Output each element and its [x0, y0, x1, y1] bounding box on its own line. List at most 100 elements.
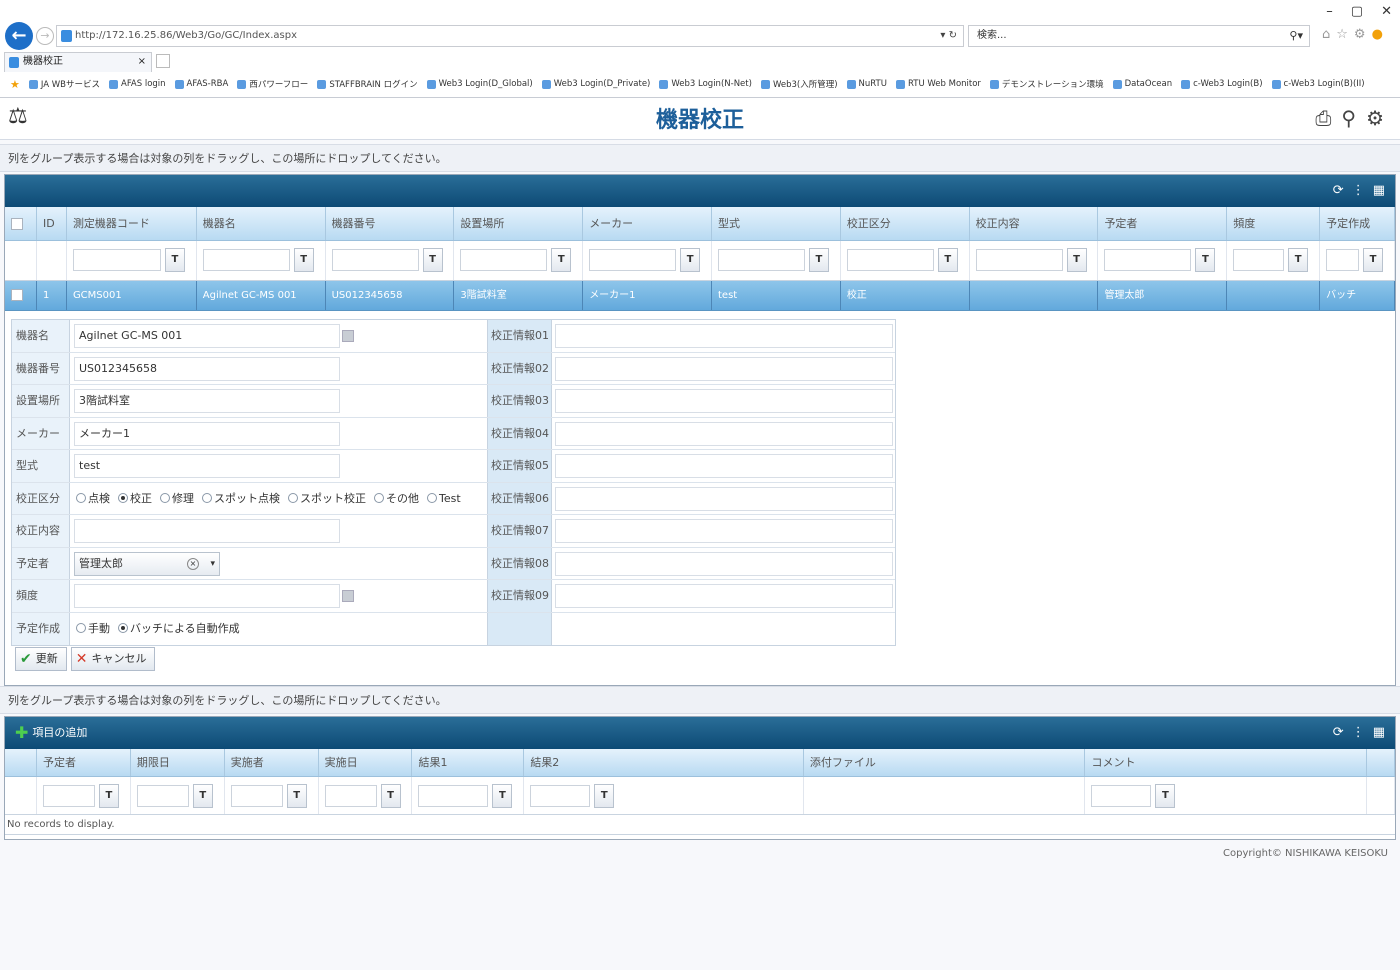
schedule-radio[interactable]: バッチによる自動作成: [118, 613, 240, 644]
filter-input[interactable]: [1091, 785, 1152, 807]
filter-funnel-icon[interactable]: T: [1066, 248, 1087, 272]
location-input[interactable]: 3階試料室: [74, 389, 340, 413]
column-header[interactable]: 型式: [712, 207, 841, 240]
forward-arrow-icon[interactable]: →: [36, 27, 54, 45]
select-all-checkbox[interactable]: [11, 218, 23, 230]
filter-input[interactable]: [1233, 249, 1285, 271]
favorite-link[interactable]: AFAS login: [109, 79, 166, 89]
filter-input[interactable]: [1326, 249, 1360, 271]
export-icon[interactable]: ▦: [1373, 175, 1385, 207]
cal-type-radio[interactable]: スポット点検: [202, 483, 280, 514]
favorite-link[interactable]: Web3 Login(D_Global): [426, 79, 533, 89]
filter-funnel-icon[interactable]: T: [293, 248, 314, 272]
name-input[interactable]: Agilnet GC-MS 001: [74, 324, 340, 348]
column-header[interactable]: メーカー: [583, 207, 712, 240]
group-drop-area-sub[interactable]: 列をグループ表示する場合は対象の列をドラッグし、この場所にドロップしてください。: [0, 686, 1400, 714]
update-button[interactable]: ✔ 更新: [15, 647, 67, 671]
cal-type-radio[interactable]: 校正: [118, 483, 152, 514]
filter-input[interactable]: [975, 249, 1063, 271]
filter-funnel-icon[interactable]: T: [551, 248, 572, 272]
favorite-link[interactable]: DataOcean: [1112, 79, 1172, 89]
cal-type-radio[interactable]: 点検: [76, 483, 110, 514]
favorite-link[interactable]: デモンストレーション環境: [989, 78, 1104, 90]
column-header[interactable]: 機器番号: [326, 207, 455, 240]
cal-info-input[interactable]: [555, 486, 893, 511]
cal-type-radio[interactable]: Test: [427, 483, 461, 514]
filter-funnel-icon[interactable]: T: [1195, 248, 1216, 272]
settings-gear-icon[interactable]: ⚙: [1354, 27, 1366, 42]
export-icon[interactable]: ▦: [1373, 717, 1385, 749]
favorite-link[interactable]: AFAS-RBA: [174, 79, 228, 89]
filter-input[interactable]: [846, 249, 934, 271]
filter-input[interactable]: [202, 249, 290, 271]
clear-icon[interactable]: ×: [187, 557, 199, 570]
refresh-icon[interactable]: ▾ ↻: [940, 26, 957, 46]
column-header[interactable]: コメント: [1085, 749, 1368, 776]
column-header[interactable]: 設置場所: [454, 207, 584, 240]
chevron-down-icon[interactable]: ▾: [210, 553, 215, 575]
cal-info-input[interactable]: [555, 551, 893, 576]
cal-type-radio[interactable]: その他: [374, 483, 419, 514]
refresh-icon[interactable]: ⟳: [1333, 175, 1344, 207]
filter-input[interactable]: [460, 249, 548, 271]
favorite-link[interactable]: Web3(入所管理): [760, 78, 838, 90]
filter-input[interactable]: [42, 785, 95, 807]
column-header[interactable]: 予定者: [1098, 207, 1228, 240]
cal-info-input[interactable]: [555, 519, 893, 543]
back-arrow-icon[interactable]: ←: [5, 22, 33, 50]
filter-funnel-icon[interactable]: T: [492, 784, 513, 808]
minimize-button[interactable]: –: [1326, 4, 1333, 19]
favorite-link[interactable]: JA WBサービス: [28, 78, 100, 90]
filter-funnel-icon[interactable]: T: [680, 248, 701, 272]
column-header[interactable]: 期限日: [131, 749, 225, 776]
favorite-link[interactable]: STAFFBRAIN ログイン: [317, 78, 418, 90]
close-window-button[interactable]: ✕: [1381, 4, 1392, 19]
favorites-star-icon[interactable]: ★: [10, 78, 20, 91]
maximize-button[interactable]: ▢: [1351, 4, 1363, 19]
filter-funnel-icon[interactable]: T: [1288, 248, 1309, 272]
column-header[interactable]: 実施者: [225, 749, 319, 776]
cal-info-input[interactable]: [555, 324, 893, 348]
favorite-link[interactable]: Web3 Login(D_Private): [541, 79, 650, 89]
filter-funnel-icon[interactable]: T: [192, 784, 213, 808]
filter-funnel-icon[interactable]: T: [808, 248, 829, 272]
picker-icon[interactable]: [342, 330, 354, 342]
favorite-link[interactable]: Web3 Login(N-Net): [659, 79, 752, 89]
smiley-icon[interactable]: ●: [1372, 27, 1383, 42]
filter-input[interactable]: [331, 249, 419, 271]
filter-input[interactable]: [418, 785, 489, 807]
schedule-radio[interactable]: 手動: [76, 613, 110, 644]
group-drop-area[interactable]: 列をグループ表示する場合は対象の列をドラッグし、この場所にドロップしてください。: [0, 144, 1400, 172]
column-header[interactable]: 予定者: [37, 749, 131, 776]
freq-input[interactable]: [74, 584, 340, 608]
search-icon[interactable]: ⚲▾: [1289, 26, 1303, 46]
filter-input[interactable]: [530, 785, 591, 807]
home-icon[interactable]: ⌂: [1322, 27, 1330, 42]
favorite-link[interactable]: RTU Web Monitor: [895, 79, 981, 89]
filter-input[interactable]: [1104, 249, 1192, 271]
filter-funnel-icon[interactable]: T: [1363, 248, 1384, 272]
filter-funnel-icon[interactable]: T: [937, 248, 958, 272]
picker-icon[interactable]: [342, 590, 354, 602]
maker-input[interactable]: メーカー1: [74, 421, 340, 446]
row-select-cell[interactable]: [5, 281, 37, 310]
cal-type-radio[interactable]: スポット校正: [288, 483, 366, 514]
add-item-button[interactable]: ✚ 項目の追加: [15, 717, 87, 749]
print-icon[interactable]: ⎙: [1315, 106, 1331, 130]
more-icon[interactable]: ⋮: [1352, 175, 1365, 207]
filter-funnel-icon[interactable]: T: [286, 784, 307, 808]
person-combobox[interactable]: 管理太郎 × ▾: [74, 551, 220, 576]
column-header[interactable]: 校正内容: [970, 207, 1099, 240]
favorite-link[interactable]: NuRTU: [846, 79, 887, 89]
new-tab-button[interactable]: [156, 54, 170, 68]
column-header[interactable]: 測定機器コード: [67, 207, 197, 240]
number-input[interactable]: US012345658: [74, 356, 340, 381]
favorite-link[interactable]: c-Web3 Login(B)(II): [1271, 79, 1365, 89]
column-header[interactable]: 校正区分: [841, 207, 970, 240]
filter-input[interactable]: [230, 785, 283, 807]
settings-icon[interactable]: ⚙: [1366, 106, 1384, 130]
cal-info-input[interactable]: [555, 454, 893, 478]
row-checkbox[interactable]: [11, 289, 23, 301]
filter-funnel-icon[interactable]: T: [594, 784, 615, 808]
browser-search-input[interactable]: 検索... ⚲▾: [968, 25, 1310, 47]
